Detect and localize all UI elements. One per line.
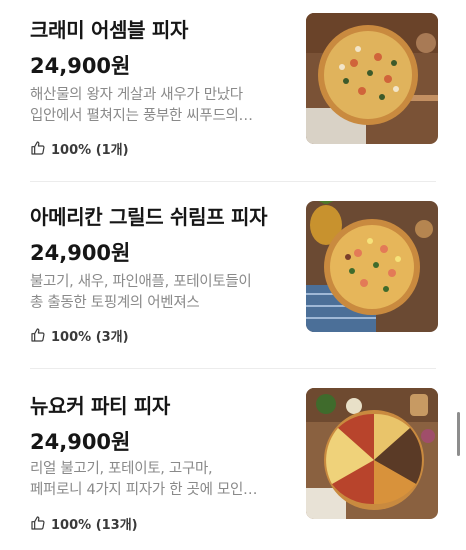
description-line: 페퍼로니 4가지 피자가 한 곳에 모인… [30,482,258,498]
rating-text: 100% (1개) [51,142,129,158]
description-line: 입안에서 펼쳐지는 풍부한 씨푸드의… [30,108,253,124]
description-line: 총 출동한 토핑계의 어벤져스 [30,295,200,311]
menu-item-cramy-assemble-pizza[interactable]: 크래미 어셈블 피자 24,900원 해산물의 왕자 게살과 새우가 만났다 입… [0,0,466,187]
thumbs-up-icon [31,141,45,155]
menu-item-description: 해산물의 왕자 게살과 새우가 만났다 입안에서 펼쳐지는 풍부한 씨푸드의… [30,85,292,127]
menu-item-price: 24,900원 [30,54,131,78]
menu-item-name: 크래미 어셈블 피자 [30,18,189,42]
description-line: 리얼 불고기, 포테이토, 고구마, [30,461,213,477]
menu-item-american-grilled-shrimp-pizza[interactable]: 아메리칸 그릴드 쉬림프 피자 24,900원 불고기, 새우, 파인애플, 포… [0,187,466,374]
menu-item-price: 24,900원 [30,430,131,454]
scrollbar[interactable] [457,412,460,456]
pizza-image [306,13,438,144]
rating-text: 100% (3개) [51,329,129,345]
thumbs-up-icon [31,328,45,342]
rating-text: 100% (13개) [51,517,138,533]
menu-item-new-yorker-party-pizza[interactable]: 뉴요커 파티 피자 24,900원 리얼 불고기, 포테이토, 고구마, 페퍼로… [0,374,466,550]
menu-item-price: 24,900원 [30,241,131,265]
menu-item-description: 리얼 불고기, 포테이토, 고구마, 페퍼로니 4가지 피자가 한 곳에 모인… [30,459,292,501]
menu-item-name: 뉴요커 파티 피자 [30,394,171,418]
description-line: 해산물의 왕자 게살과 새우가 만났다 [30,87,243,103]
menu-item-description: 불고기, 새우, 파인애플, 포테이토들이 총 출동한 토핑계의 어벤져스 [30,272,292,314]
menu-item-name: 아메리칸 그릴드 쉬림프 피자 [30,205,268,229]
menu-item-rating: 100% (1개) [30,139,129,158]
menu-item-rating: 100% (13개) [30,514,138,533]
description-line: 불고기, 새우, 파인애플, 포테이토들이 [30,274,252,290]
pizza-image [306,388,438,519]
pizza-image [306,201,438,332]
divider [30,181,436,182]
divider [30,368,436,369]
menu-list: 크래미 어셈블 피자 24,900원 해산물의 왕자 게살과 새우가 만났다 입… [0,0,466,550]
menu-item-rating: 100% (3개) [30,326,129,345]
thumbs-up-icon [31,516,45,530]
